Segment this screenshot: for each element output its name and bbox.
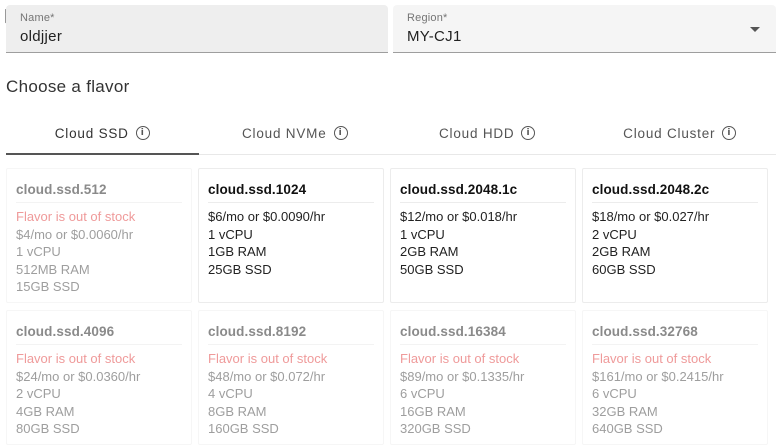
flavor-card[interactable]: cloud.ssd.2048.2c $18/mo or $0.027/hr 2 … [582, 168, 768, 303]
flavor-card: cloud.ssd.16384 Flavor is out of stock $… [390, 310, 576, 445]
flavor-name: cloud.ssd.512 [16, 182, 182, 203]
flavor-ram: 512MB RAM [16, 261, 90, 277]
flavor-price: $48/mo or $0.072/hr [208, 368, 326, 384]
tab-cloud-ssd[interactable]: Cloud SSD i [6, 112, 199, 155]
flavor-grid: cloud.ssd.512 Flavor is out of stock $4/… [6, 168, 778, 445]
out-of-stock-label: Flavor is out of stock [16, 351, 136, 366]
tab-cloud-nvme[interactable]: Cloud NVMe i [199, 112, 392, 154]
flavor-price: $24/mo or $0.0360/hr [16, 368, 141, 384]
flavor-name: cloud.ssd.1024 [208, 182, 374, 203]
flavor-disk: 640GB SSD [592, 421, 663, 436]
flavor-card[interactable]: cloud.ssd.1024 $6/mo or $0.0090/hr 1 vCP… [198, 168, 384, 303]
flavor-card: cloud.ssd.8192 Flavor is out of stock $4… [198, 310, 384, 445]
out-of-stock-label: Flavor is out of stock [592, 351, 712, 366]
flavor-name: cloud.ssd.8192 [208, 324, 374, 345]
flavor-price: $6/mo or $0.0090/hr [208, 209, 326, 224]
flavor-cpu: 1 vCPU [400, 226, 445, 242]
flavor-price: $89/mo or $0.1335/hr [400, 368, 525, 384]
flavor-ram: 1GB RAM [208, 244, 267, 259]
flavor-ram: 16GB RAM [400, 403, 466, 419]
info-icon[interactable]: i [135, 126, 150, 140]
tab-cloud-hdd[interactable]: Cloud HDD i [391, 112, 584, 154]
tab-label: Cloud HDD [439, 125, 515, 141]
flavor-name: cloud.ssd.16384 [400, 324, 566, 345]
flavor-ram: 4GB RAM [16, 403, 75, 419]
flavor-card: cloud.ssd.4096 Flavor is out of stock $2… [6, 310, 192, 445]
flavor-tabs: Cloud SSD i Cloud NVMe i Cloud HDD i Clo… [6, 112, 776, 155]
name-field[interactable]: Name* oldjjer [6, 5, 388, 53]
flavor-price: $12/mo or $0.018/hr [400, 209, 518, 224]
flavor-card: cloud.ssd.32768 Flavor is out of stock $… [582, 310, 768, 445]
flavor-price: $4/mo or $0.0060/hr [16, 226, 134, 242]
flavor-name: cloud.ssd.2048.2c [592, 182, 758, 203]
name-input[interactable]: oldjjer [20, 28, 62, 45]
tab-cloud-cluster[interactable]: Cloud Cluster i [584, 112, 777, 154]
flavor-disk: 25GB SSD [208, 261, 272, 277]
dropdown-arrow-icon[interactable] [750, 27, 760, 32]
flavor-ram: 8GB RAM [208, 403, 267, 419]
info-icon[interactable]: i [722, 126, 737, 140]
flavor-name: cloud.ssd.32768 [592, 324, 758, 345]
flavor-disk: 50GB SSD [400, 261, 464, 277]
flavor-ram: 32GB RAM [592, 403, 658, 419]
flavor-disk: 320GB SSD [400, 421, 471, 436]
flavor-cpu: 1 vCPU [208, 226, 253, 242]
flavor-disk: 160GB SSD [208, 421, 279, 436]
tab-label: Cloud NVMe [241, 125, 327, 141]
flavor-name: cloud.ssd.4096 [16, 324, 182, 345]
flavor-disk: 60GB SSD [592, 261, 656, 277]
flavor-cpu: 4 vCPU [208, 386, 253, 401]
flavor-ram: 2GB RAM [592, 244, 651, 259]
section-title: Choose a flavor [6, 77, 130, 96]
flavor-card: cloud.ssd.512 Flavor is out of stock $4/… [6, 168, 192, 303]
info-icon[interactable]: i [333, 126, 348, 140]
flavor-disk: 15GB SSD [16, 279, 80, 294]
flavor-cpu: 2 vCPU [16, 386, 61, 401]
flavor-price: $161/mo or $0.2415/hr [592, 368, 724, 384]
region-selected-value: MY-CJ1 [407, 28, 462, 45]
flavor-ram: 2GB RAM [400, 244, 459, 259]
info-icon[interactable]: i [521, 126, 536, 140]
flavor-disk: 80GB SSD [16, 421, 80, 436]
flavor-card[interactable]: cloud.ssd.2048.1c $12/mo or $0.018/hr 1 … [390, 168, 576, 303]
name-field-label: Name* [20, 12, 55, 24]
out-of-stock-label: Flavor is out of stock [208, 351, 328, 366]
tab-label: Cloud Cluster [623, 125, 716, 141]
flavor-price: $18/mo or $0.027/hr [592, 209, 710, 224]
tab-label: Cloud SSD [54, 125, 129, 141]
out-of-stock-label: Flavor is out of stock [16, 209, 136, 224]
flavor-cpu: 6 vCPU [400, 386, 445, 401]
out-of-stock-label: Flavor is out of stock [400, 351, 520, 366]
flavor-cpu: 2 vCPU [592, 226, 637, 242]
region-field-label: Region* [407, 12, 448, 24]
flavor-name: cloud.ssd.2048.1c [400, 182, 566, 203]
region-select[interactable]: Region* MY-CJ1 [393, 5, 776, 53]
flavor-cpu: 1 vCPU [16, 244, 61, 259]
flavor-cpu: 6 vCPU [592, 386, 637, 401]
